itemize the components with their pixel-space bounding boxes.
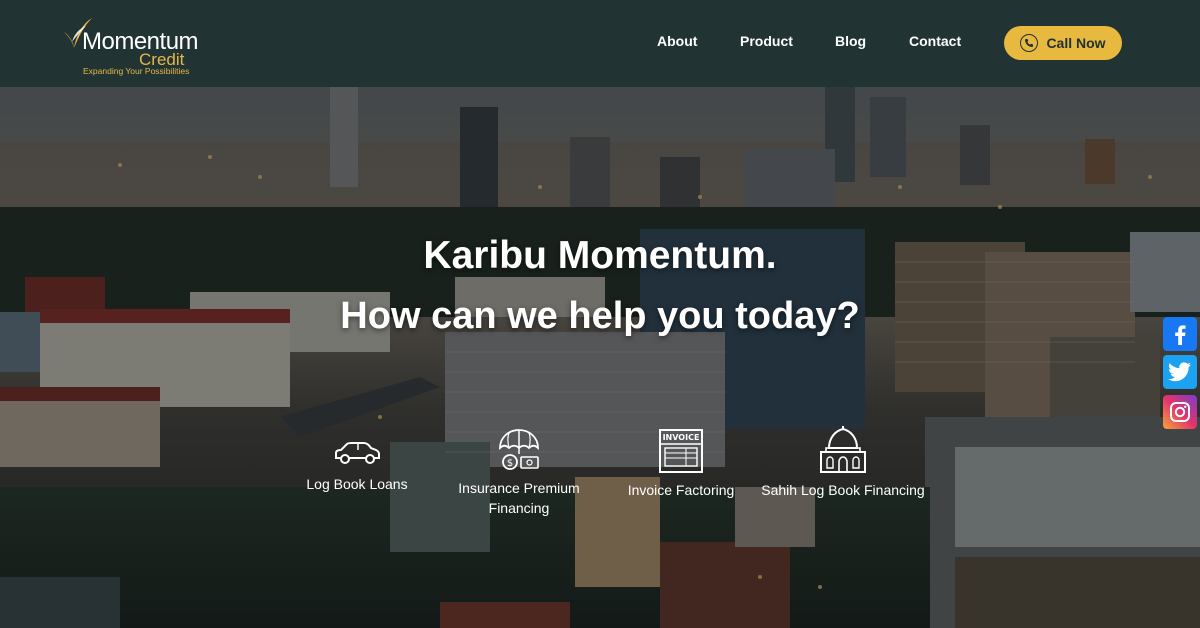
hero-subtitle: How can we help you today? xyxy=(340,295,860,337)
service-sahih-log-book-financing[interactable]: Sahih Log Book Financing xyxy=(758,426,928,500)
service-label: Invoice Factoring xyxy=(627,482,735,498)
nav-contact[interactable]: Contact xyxy=(909,33,961,49)
call-now-button[interactable]: Call Now xyxy=(1004,26,1122,60)
invoice-icon: INVOICE xyxy=(659,429,703,473)
mosque-icon xyxy=(820,426,866,473)
service-insurance-premium-financing[interactable]: $ Insurance Premium Financing xyxy=(434,428,604,518)
logo-tagline: Expanding Your Possibilities xyxy=(83,66,190,76)
call-now-label: Call Now xyxy=(1046,35,1106,51)
facebook-icon xyxy=(1175,325,1186,345)
facebook-link[interactable] xyxy=(1163,317,1197,351)
hero-title: Karibu Momentum. xyxy=(423,234,777,277)
twitter-icon xyxy=(1168,362,1191,382)
instagram-icon xyxy=(1170,402,1190,422)
nav-product[interactable]: Product xyxy=(740,33,793,49)
service-label: Sahih Log Book Financing xyxy=(761,482,925,498)
twitter-link[interactable] xyxy=(1163,355,1197,389)
nav-blog[interactable]: Blog xyxy=(835,33,866,49)
page: Momentum Credit Expanding Your Possibili… xyxy=(0,0,1200,628)
umbrella-money-icon: $ xyxy=(499,429,539,470)
hero-section: Karibu Momentum. How can we help you tod… xyxy=(0,87,1200,628)
site-header: Momentum Credit Expanding Your Possibili… xyxy=(0,0,1200,87)
service-log-book-loans[interactable]: Log Book Loans xyxy=(272,438,442,494)
service-label: Insurance Premium Financing xyxy=(458,480,580,516)
car-icon xyxy=(335,442,380,464)
instagram-link[interactable] xyxy=(1163,395,1197,429)
dark-overlay xyxy=(0,87,1200,628)
svg-text:INVOICE: INVOICE xyxy=(663,433,700,442)
svg-text:$: $ xyxy=(507,458,513,469)
nav-about[interactable]: About xyxy=(657,33,697,49)
service-invoice-factoring[interactable]: INVOICE Invoice Factoring xyxy=(596,428,766,500)
phone-icon xyxy=(1020,34,1039,52)
service-label: Log Book Loans xyxy=(306,476,408,492)
